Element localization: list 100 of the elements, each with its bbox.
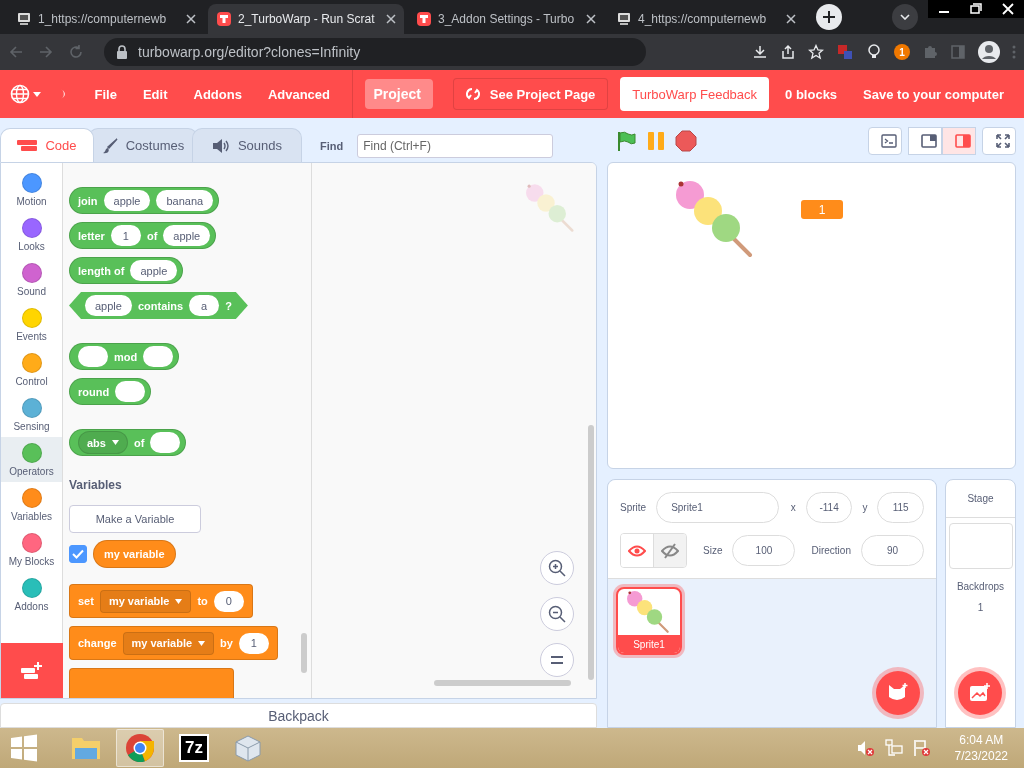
action-center-flag-icon[interactable] xyxy=(912,739,931,757)
block-input[interactable] xyxy=(78,346,108,367)
category-item[interactable]: Addons xyxy=(1,572,62,617)
size-field[interactable]: 100 xyxy=(732,535,796,566)
category-item[interactable]: Looks xyxy=(1,212,62,257)
backdrop-thumbnail[interactable] xyxy=(948,523,1013,569)
block-input[interactable]: a xyxy=(189,295,220,316)
fullscreen-icon xyxy=(995,133,1011,149)
block-input[interactable] xyxy=(143,346,174,367)
new-tab-button[interactable] xyxy=(816,4,842,30)
muted-speaker-icon[interactable] xyxy=(856,739,875,757)
stop-icon[interactable] xyxy=(675,130,697,152)
stack-block[interactable]: set my variable to 0 xyxy=(69,584,253,618)
category-item[interactable]: Motion xyxy=(1,167,62,212)
flag-icon[interactable] xyxy=(615,130,637,152)
category-item[interactable]: Sound xyxy=(1,257,62,302)
browser-tab[interactable]: 2_TurboWarp - Run Scrat xyxy=(208,4,404,34)
checkbox[interactable] xyxy=(69,545,87,563)
browser-tab[interactable]: 3_Addon Settings - Turbo xyxy=(408,4,604,34)
eye-icon xyxy=(628,544,647,557)
scrollbar[interactable] xyxy=(434,680,571,686)
close-icon[interactable] xyxy=(786,14,796,24)
archiver-icon: 7z xyxy=(179,734,209,762)
remix-icon xyxy=(465,87,480,101)
category-item[interactable]: Variables xyxy=(1,482,62,527)
add-extension-button[interactable] xyxy=(1,643,63,698)
hide-button[interactable] xyxy=(653,534,686,567)
category-label: Operators xyxy=(9,465,54,477)
category-item[interactable]: Control xyxy=(1,347,62,392)
block-input[interactable]: banana xyxy=(156,190,214,211)
start-button[interactable] xyxy=(10,734,38,762)
cat-icon xyxy=(887,683,909,703)
star-icon[interactable] xyxy=(808,44,824,60)
add-backdrop-button[interactable] xyxy=(958,671,1002,715)
browser-tab[interactable]: 1_https://computernewb xyxy=(8,4,204,34)
network-icon[interactable] xyxy=(884,739,903,757)
close-icon[interactable] xyxy=(386,14,396,24)
block-input[interactable]: 1 xyxy=(110,225,141,246)
forward-icon[interactable] xyxy=(38,44,54,60)
sidebar-icon[interactable] xyxy=(950,44,966,60)
extension-icon[interactable] xyxy=(836,43,854,61)
profile-avatar-icon[interactable] xyxy=(978,41,1000,63)
block-label: round xyxy=(78,385,110,398)
reporter-block[interactable]: length of apple xyxy=(69,257,184,284)
editor-tab[interactable]: Sounds xyxy=(192,128,302,162)
taskbar-app[interactable]: 7z xyxy=(170,729,218,767)
zoom-out-button[interactable] xyxy=(540,597,574,631)
reporter-block[interactable]: join apple banana xyxy=(69,187,220,214)
x-field[interactable]: -114 xyxy=(805,492,853,523)
section-heading: Variables xyxy=(69,478,123,492)
add-sprite-button[interactable] xyxy=(876,671,920,715)
block-input[interactable]: 1 xyxy=(238,632,269,654)
block-input[interactable]: apple xyxy=(85,295,132,316)
turbowarp-logo-icon xyxy=(216,11,232,27)
scrollbar[interactable] xyxy=(588,425,594,680)
block-input[interactable] xyxy=(150,432,181,453)
block-label: set xyxy=(78,595,94,607)
reload-icon[interactable] xyxy=(68,44,84,60)
category-item[interactable]: Events xyxy=(1,302,62,347)
taskbar-app[interactable] xyxy=(116,729,164,767)
find-field[interactable]: Find (Ctrl+F) xyxy=(357,134,554,158)
block-label: mod xyxy=(114,350,138,363)
field-label: Direction xyxy=(811,545,851,556)
close-icon[interactable] xyxy=(586,14,596,24)
back-icon[interactable] xyxy=(8,44,24,60)
console-button[interactable] xyxy=(868,127,902,155)
puzzle-icon[interactable] xyxy=(922,44,938,60)
browser-tab[interactable]: 4_https://computernewb xyxy=(608,4,804,34)
sprite-name-field[interactable]: Sprite1 xyxy=(656,492,779,523)
language-menu[interactable] xyxy=(10,84,41,104)
block-input[interactable]: apple xyxy=(163,225,211,246)
direction-field[interactable]: 90 xyxy=(860,535,924,566)
lightbulb-icon[interactable] xyxy=(866,44,882,60)
block-input[interactable]: apple xyxy=(130,260,178,281)
y-field[interactable]: 115 xyxy=(877,492,924,523)
zoom-in-button[interactable] xyxy=(540,551,574,585)
block-label: length of xyxy=(78,264,125,277)
block-input[interactable] xyxy=(115,381,146,402)
block-input[interactable]: apple xyxy=(103,190,151,211)
address-bar[interactable]: turbowarp.org/editor?clones=Infinity xyxy=(104,38,646,66)
block-input[interactable]: 0 xyxy=(213,590,244,612)
category-label: My Blocks xyxy=(8,555,55,567)
fullscreen-button[interactable] xyxy=(982,127,1016,155)
category-item[interactable]: My Blocks xyxy=(1,527,62,572)
scrollbar[interactable] xyxy=(301,633,307,673)
reporter-block[interactable]: letter 1 of apple xyxy=(69,222,217,249)
boolean-block[interactable]: apple contains a ? xyxy=(69,292,248,319)
backpack-bar[interactable]: Backpack xyxy=(0,703,597,728)
category-item[interactable]: Operators xyxy=(1,437,62,482)
stack-block[interactable]: change my variable by 1 xyxy=(69,626,278,660)
make-variable-button[interactable]: Make a Variable xyxy=(69,505,201,533)
close-icon[interactable] xyxy=(186,14,196,24)
download-icon[interactable] xyxy=(752,44,768,60)
tab-search-button[interactable] xyxy=(892,4,918,30)
more-options-icon[interactable] xyxy=(1012,44,1016,60)
category-item[interactable]: Sensing xyxy=(1,392,62,437)
stage-layout-button[interactable] xyxy=(908,127,942,155)
share-icon[interactable] xyxy=(780,44,796,60)
stage-layout-button[interactable] xyxy=(942,127,976,155)
zoom-reset-button[interactable] xyxy=(540,643,574,677)
